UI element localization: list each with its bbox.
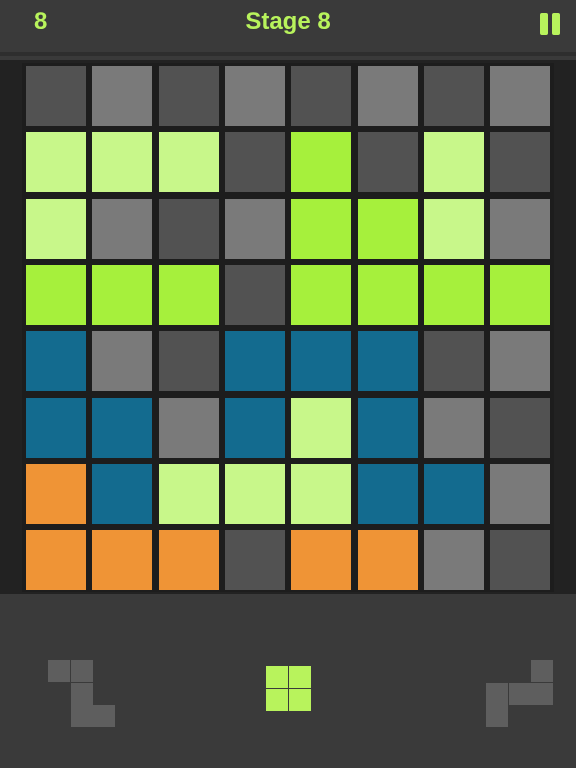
board-cell[interactable] [158, 463, 219, 524]
piece-block [531, 682, 554, 705]
board-cell[interactable] [291, 264, 352, 325]
board-cell[interactable] [490, 264, 551, 325]
board-cell[interactable] [291, 198, 352, 259]
board-cell[interactable] [158, 397, 219, 458]
board-cell[interactable] [92, 198, 153, 259]
board-cell[interactable] [224, 463, 285, 524]
board-cell[interactable] [224, 132, 285, 193]
piece-block [508, 682, 531, 705]
piece-block [93, 705, 116, 728]
board-cell[interactable] [26, 463, 86, 524]
piece-block [288, 688, 311, 711]
board-cell[interactable] [26, 397, 86, 458]
board-cell[interactable] [92, 397, 153, 458]
board-cell[interactable] [423, 331, 484, 392]
board-cell[interactable] [490, 397, 551, 458]
piece-tray [0, 594, 576, 768]
board-cell[interactable] [26, 264, 86, 325]
board-cell[interactable] [224, 530, 285, 591]
top-bar: 8 Stage 8 [0, 0, 576, 56]
pause-icon [540, 13, 548, 35]
board-grid [22, 63, 554, 592]
board-cell[interactable] [92, 331, 153, 392]
board-cell[interactable] [291, 66, 352, 126]
board-cell[interactable] [92, 530, 153, 591]
board-cell[interactable] [92, 264, 153, 325]
board-cell[interactable] [291, 132, 352, 193]
piece-block [531, 660, 554, 682]
board-cell[interactable] [92, 132, 153, 193]
board-cell[interactable] [158, 132, 219, 193]
piece-block [266, 666, 288, 688]
board-cell[interactable] [423, 530, 484, 591]
pause-button[interactable] [540, 13, 562, 35]
board-cell[interactable] [92, 463, 153, 524]
board-cell[interactable] [490, 198, 551, 259]
board-cell[interactable] [158, 66, 219, 126]
board-cell[interactable] [26, 198, 86, 259]
board-cell[interactable] [158, 530, 219, 591]
board-cell[interactable] [26, 132, 86, 193]
board-cell[interactable] [490, 530, 551, 591]
board-cell[interactable] [291, 397, 352, 458]
board-cell[interactable] [423, 397, 484, 458]
board-cell[interactable] [291, 463, 352, 524]
board-cell[interactable] [224, 198, 285, 259]
board-cell[interactable] [357, 264, 418, 325]
board-cell[interactable] [158, 331, 219, 392]
board-cell[interactable] [224, 264, 285, 325]
board-cell[interactable] [357, 463, 418, 524]
board-cell[interactable] [158, 264, 219, 325]
board-cell[interactable] [423, 264, 484, 325]
piece-block [266, 688, 288, 711]
board-cell[interactable] [158, 198, 219, 259]
board-cell[interactable] [357, 397, 418, 458]
board-cell[interactable] [490, 463, 551, 524]
board-cell[interactable] [357, 198, 418, 259]
board-cell[interactable] [92, 66, 153, 126]
board-cell[interactable] [423, 198, 484, 259]
board-cell[interactable] [423, 132, 484, 193]
board-cell[interactable] [224, 66, 285, 126]
piece-block [486, 705, 508, 728]
piece-block [486, 682, 508, 705]
board-cell[interactable] [357, 331, 418, 392]
piece-block [70, 660, 93, 682]
board-cell[interactable] [291, 530, 352, 591]
board-cell[interactable] [357, 530, 418, 591]
board-cell[interactable] [423, 463, 484, 524]
board-cell[interactable] [224, 331, 285, 392]
board-cell[interactable] [490, 331, 551, 392]
board-cell[interactable] [291, 331, 352, 392]
board-cell[interactable] [490, 66, 551, 126]
piece-block [48, 660, 70, 682]
game-board [0, 60, 576, 594]
piece-block [70, 705, 93, 728]
board-cell[interactable] [357, 132, 418, 193]
board-cell[interactable] [357, 66, 418, 126]
board-cell[interactable] [26, 66, 86, 126]
stage-title: Stage 8 [245, 8, 331, 35]
piece-block [288, 666, 311, 688]
board-cell[interactable] [26, 331, 86, 392]
pause-icon [552, 13, 560, 35]
board-cell[interactable] [224, 397, 285, 458]
board-cell[interactable] [490, 132, 551, 193]
board-cell[interactable] [423, 66, 484, 126]
piece-block [70, 682, 93, 705]
board-cell[interactable] [26, 530, 86, 591]
